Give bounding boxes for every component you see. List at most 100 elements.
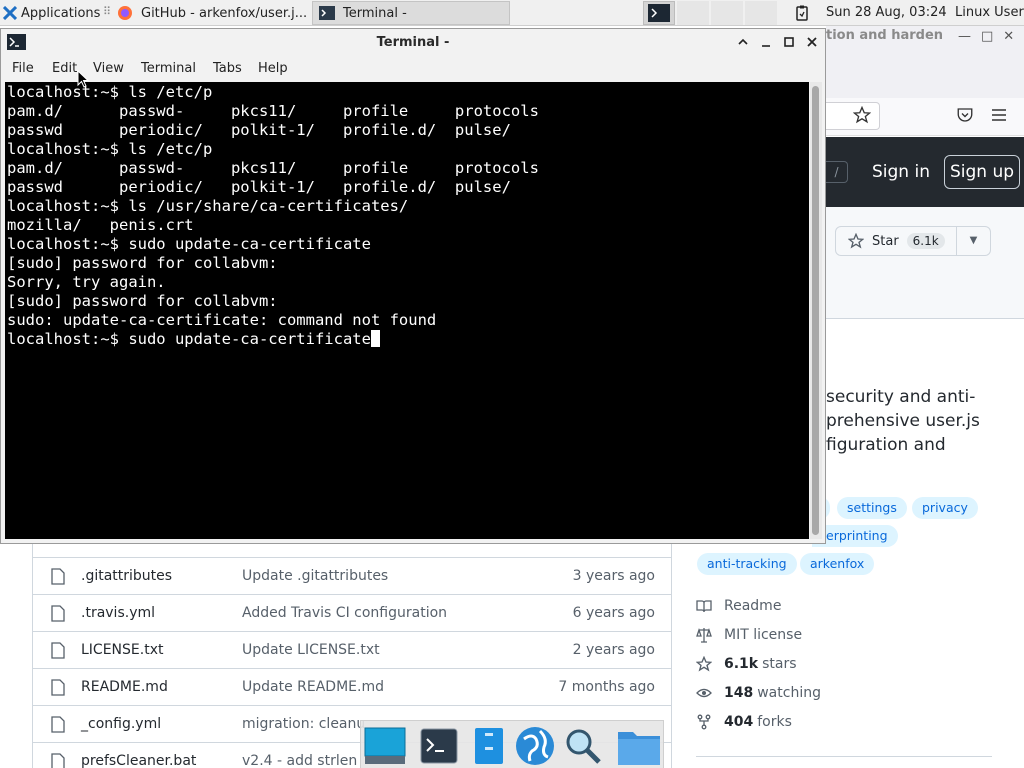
dock-show-desktop[interactable] [363, 724, 407, 768]
meta-forks[interactable]: 404 forks [696, 712, 792, 732]
star-button[interactable]: Star 6.1k [835, 226, 957, 256]
file-name[interactable]: _config.yml [81, 716, 161, 732]
meta-count: 148 [724, 685, 754, 701]
about-description: security and anti- prehensive user.js fi… [826, 385, 1016, 457]
terminal-line: pam.d/ passwd- pkcs11/ profile protocols [7, 159, 539, 177]
menu-terminal[interactable]: Terminal [141, 61, 196, 76]
terminal-line: [sudo] password for collabvm: [7, 292, 278, 310]
meta-count: 6.1k [724, 656, 759, 672]
scrollbar-thumb[interactable] [812, 86, 819, 535]
meta-readme[interactable]: Readme [696, 596, 781, 616]
search-shortcut[interactable]: / [826, 161, 848, 183]
file-icon [51, 753, 65, 768]
dock-search[interactable] [561, 724, 605, 768]
file-name[interactable]: prefsCleaner.bat [81, 753, 196, 768]
user-menu[interactable]: Linux User [955, 0, 1024, 26]
topic-arkenfox[interactable]: arkenfox [800, 553, 875, 575]
meta-watching[interactable]: 148 watching [696, 683, 821, 703]
sidebar-divider [696, 756, 992, 757]
task-terminal[interactable]: Terminal - [312, 1, 510, 25]
terminal-line: passwd periodic/ polkit-1/ profile.d/ pu… [7, 178, 511, 196]
file-row[interactable]: .gitattributes Update .gitattributes 3 yea… [33, 557, 671, 594]
book-icon [696, 600, 712, 613]
commit-age: 2 years ago [572, 642, 655, 658]
topic-settings[interactable]: settings [837, 497, 907, 519]
file-name[interactable]: .travis.yml [81, 605, 155, 621]
file-row[interactable]: LICENSE.txt Update LICENSE.txt 2 years ago [33, 631, 671, 668]
file-icon [51, 716, 65, 733]
dock-folder[interactable] [617, 724, 661, 768]
terminal-close-button[interactable] [804, 34, 820, 50]
menu-help[interactable]: Help [258, 61, 288, 76]
meta-text: forks [757, 714, 792, 730]
star-count: 6.1k [906, 233, 945, 249]
workspace-2[interactable] [677, 1, 709, 25]
hamburger-menu-icon[interactable] [991, 107, 1007, 123]
terminal-up-button[interactable] [735, 34, 751, 50]
dock-terminal[interactable] [417, 724, 461, 768]
top-panel: Applications ⠿ GitHub - arkenfox/user.j.… [0, 0, 1024, 26]
meta-text: stars [762, 656, 797, 672]
file-row[interactable]: README.md Update README.md 7 months ago [33, 668, 671, 705]
dock [360, 720, 664, 768]
workspace-4[interactable] [745, 1, 777, 25]
meta-stars[interactable]: 6.1k stars [696, 654, 797, 674]
maximize-icon[interactable]: □ [981, 29, 993, 44]
commit-message[interactable]: migration: cleanu [242, 716, 365, 732]
prompt-text: localhost:~$ sudo update-ca-certificate [7, 330, 371, 348]
file-manager-icon [475, 728, 503, 764]
sign-up-button[interactable]: Sign up [944, 155, 1020, 189]
terminal-line: localhost:~$ sudo update-ca-certificate [7, 235, 371, 253]
topic-anti-tracking[interactable]: anti-tracking [697, 553, 797, 575]
star-label: Star [872, 233, 899, 249]
close-icon [807, 37, 817, 47]
text-cursor [370, 330, 380, 347]
star-icon [696, 656, 712, 672]
clock[interactable]: Sun 28 Aug, 03:24 [826, 0, 947, 26]
topic-privacy[interactable]: privacy [912, 497, 978, 519]
terminal-line: Sorry, try again. [7, 273, 166, 291]
close-icon[interactable]: ✕ [1003, 29, 1014, 44]
menu-view[interactable]: View [93, 61, 124, 76]
terminal-window: Terminal - File Edit View Terminal Tabs … [0, 28, 826, 544]
meta-license[interactable]: MIT license [696, 625, 802, 645]
clipboard-icon[interactable] [796, 5, 808, 21]
workspace-1[interactable] [643, 1, 675, 25]
web-browser-icon [516, 727, 554, 765]
file-name[interactable]: README.md [81, 679, 168, 695]
terminal-icon [319, 6, 335, 20]
dock-file-manager[interactable] [467, 724, 511, 768]
task-firefox[interactable]: GitHub - arkenfox/user.j... [110, 1, 310, 25]
star-dropdown[interactable]: ▼ [957, 226, 991, 256]
bookmark-star-icon[interactable] [853, 106, 871, 124]
menu-file[interactable]: File [12, 61, 34, 76]
commit-message[interactable]: Update .gitattributes [242, 568, 388, 584]
commit-message[interactable]: Update LICENSE.txt [242, 642, 380, 658]
file-name[interactable]: .gitattributes [81, 568, 172, 584]
file-icon [51, 605, 65, 622]
terminal-maximize-button[interactable] [781, 34, 797, 50]
terminal-minimize-button[interactable] [758, 34, 774, 50]
file-row[interactable]: .travis.yml Added Travis CI configuration… [33, 594, 671, 631]
commit-message[interactable]: Update README.md [242, 679, 384, 695]
show-desktop-icon [364, 727, 406, 764]
menu-edit[interactable]: Edit [52, 61, 77, 76]
minimize-icon[interactable]: — [958, 29, 971, 44]
applications-menu[interactable]: Applications [0, 0, 100, 26]
terminal-titlebar[interactable]: Terminal - [1, 29, 825, 57]
sign-in-link[interactable]: Sign in [872, 162, 930, 182]
commit-message[interactable]: v2.4 - add strlen [242, 753, 357, 768]
commit-message[interactable]: Added Travis CI configuration [242, 605, 447, 621]
menu-tabs[interactable]: Tabs [213, 61, 242, 76]
search-icon [566, 729, 601, 764]
xfce-logo-icon [3, 6, 17, 20]
file-name[interactable]: LICENSE.txt [81, 642, 163, 658]
star-icon [848, 233, 864, 249]
meta-count: 404 [724, 714, 754, 730]
terminal-scrollbar[interactable] [810, 82, 822, 539]
file-icon [51, 679, 65, 696]
workspace-3[interactable] [711, 1, 743, 25]
pocket-icon[interactable] [956, 106, 974, 124]
dock-web-browser[interactable] [513, 724, 557, 768]
terminal-output[interactable]: localhost:~$ ls /etc/p pam.d/ passwd- pkc… [5, 82, 809, 539]
